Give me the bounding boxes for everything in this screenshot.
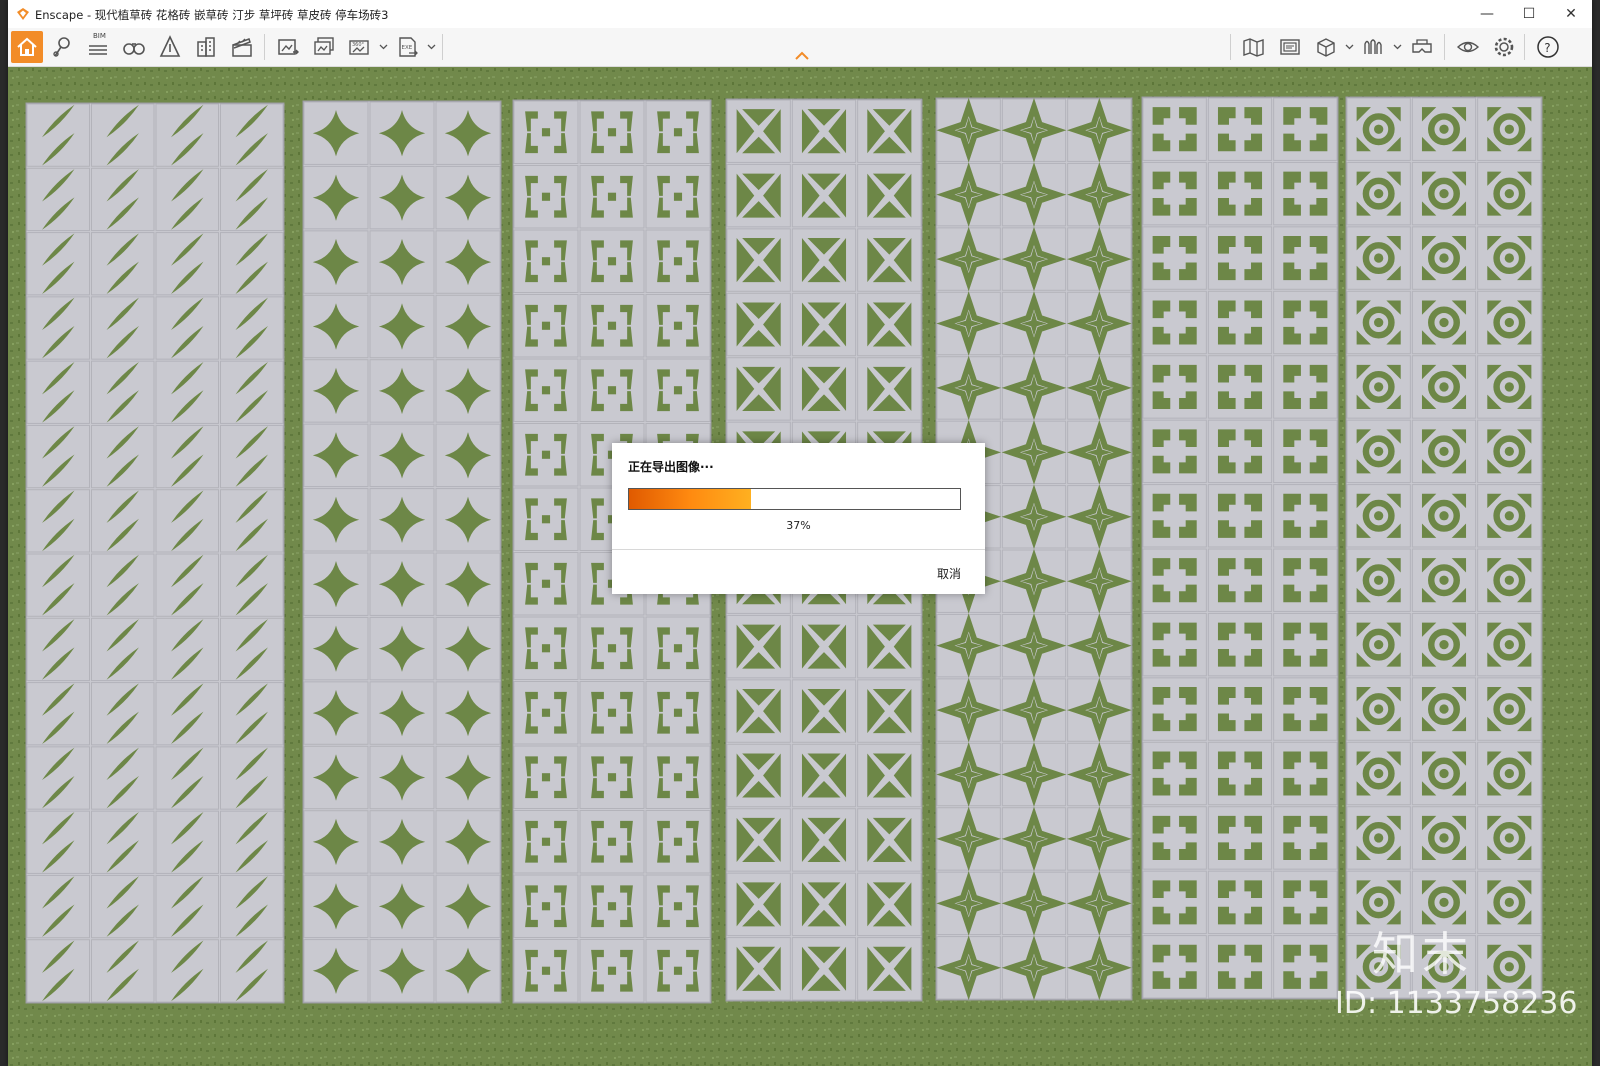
visual-settings-icon xyxy=(1280,39,1300,55)
window-title: Enscape - 现代植草砖 花格砖 嵌草砖 汀步 草坪砖 草皮砖 停车场砖3 xyxy=(35,8,389,22)
chevron-up-icon[interactable] xyxy=(794,51,810,61)
maximize-button[interactable]: ☐ xyxy=(1508,0,1550,28)
export-progress-dialog: 正在导出图像··· 37% 取消 xyxy=(612,443,985,594)
waveform-button[interactable] xyxy=(1358,31,1390,63)
watermark-logo: 知末 xyxy=(1372,927,1472,981)
screenshot-button[interactable] xyxy=(272,31,304,63)
batch-render-button[interactable] xyxy=(308,31,340,63)
toolbar-separator xyxy=(264,34,265,60)
section-box-icon xyxy=(1317,38,1335,57)
toolbar: BIM 360° EXE ? xyxy=(8,28,1592,67)
buildings-icon xyxy=(197,37,215,57)
chevron-down-icon[interactable] xyxy=(427,42,436,51)
buildings-button[interactable] xyxy=(190,31,222,63)
toolbar-separator xyxy=(442,34,443,60)
enscape-logo-icon xyxy=(17,8,29,20)
dialog-divider xyxy=(612,549,985,550)
views-button[interactable] xyxy=(118,31,150,63)
toolbar-separator xyxy=(1524,34,1525,60)
enscape-window: Enscape - 现代植草砖 花格砖 嵌草砖 汀步 草坪砖 草皮砖 停车场砖3… xyxy=(8,0,1592,1066)
chevron-down-icon[interactable] xyxy=(1393,42,1402,51)
location-pin-icon xyxy=(53,37,70,57)
settings-button[interactable] xyxy=(1488,31,1520,63)
svg-text:?: ? xyxy=(1544,41,1550,55)
home-button[interactable] xyxy=(11,31,43,63)
visual-settings-button[interactable] xyxy=(1274,31,1306,63)
waveform-icon xyxy=(1364,39,1382,54)
panorama-360-icon: 360° xyxy=(349,40,369,55)
eye-button[interactable] xyxy=(1452,31,1484,63)
gear-icon xyxy=(1494,37,1514,57)
tile-strip xyxy=(1345,96,1543,1000)
eye-icon xyxy=(1456,41,1480,53)
toolbar-separator xyxy=(1230,34,1231,60)
dialog-title: 正在导出图像··· xyxy=(628,460,714,474)
watermark-id: ID: 1133758236 xyxy=(1335,986,1578,1021)
minimize-button[interactable]: — xyxy=(1466,0,1508,28)
toolbar-separator xyxy=(1444,34,1445,60)
tile-strip xyxy=(25,102,285,1004)
clapperboard-icon xyxy=(232,38,252,57)
video-editor-button[interactable] xyxy=(226,31,258,63)
exe-export-button[interactable]: EXE xyxy=(392,31,424,63)
help-icon: ? xyxy=(1537,36,1559,58)
close-button[interactable]: ✕ xyxy=(1550,0,1592,28)
svg-text:360°: 360° xyxy=(352,42,365,48)
vr-headset-icon xyxy=(1412,39,1432,53)
assets-button[interactable] xyxy=(154,31,186,63)
screenshot-export-icon xyxy=(278,39,299,55)
chevron-down-icon[interactable] xyxy=(379,42,388,51)
section-box-button[interactable] xyxy=(1310,31,1342,63)
svg-text:EXE: EXE xyxy=(402,45,413,51)
progress-fill xyxy=(629,489,752,509)
exe-export-icon: EXE xyxy=(399,37,418,57)
batch-render-icon xyxy=(314,37,334,55)
render-viewport[interactable]: 正在导出图像··· 37% 取消 知末 ID: 1133758236 xyxy=(8,67,1592,1066)
help-button[interactable]: ? xyxy=(1532,31,1564,63)
vr-headset-button[interactable] xyxy=(1406,31,1438,63)
panorama-button[interactable]: 360° xyxy=(344,31,376,63)
title-bar[interactable]: Enscape - 现代植草砖 花格砖 嵌草砖 汀步 草坪砖 草皮砖 停车场砖3… xyxy=(8,0,1592,29)
cancel-button[interactable]: 取消 xyxy=(937,565,961,582)
map-icon xyxy=(1243,38,1264,57)
tile-strip xyxy=(302,100,502,1004)
bim-label: BIM xyxy=(93,32,106,40)
map-button[interactable] xyxy=(1238,31,1270,63)
progress-percent: 37% xyxy=(786,519,811,532)
progress-bar xyxy=(628,488,961,510)
tile-strip xyxy=(1141,96,1339,1000)
binoculars-icon xyxy=(123,43,145,55)
location-button[interactable] xyxy=(46,31,78,63)
home-icon xyxy=(17,37,37,56)
assets-icon xyxy=(159,35,181,57)
chevron-down-icon[interactable] xyxy=(1345,42,1354,51)
